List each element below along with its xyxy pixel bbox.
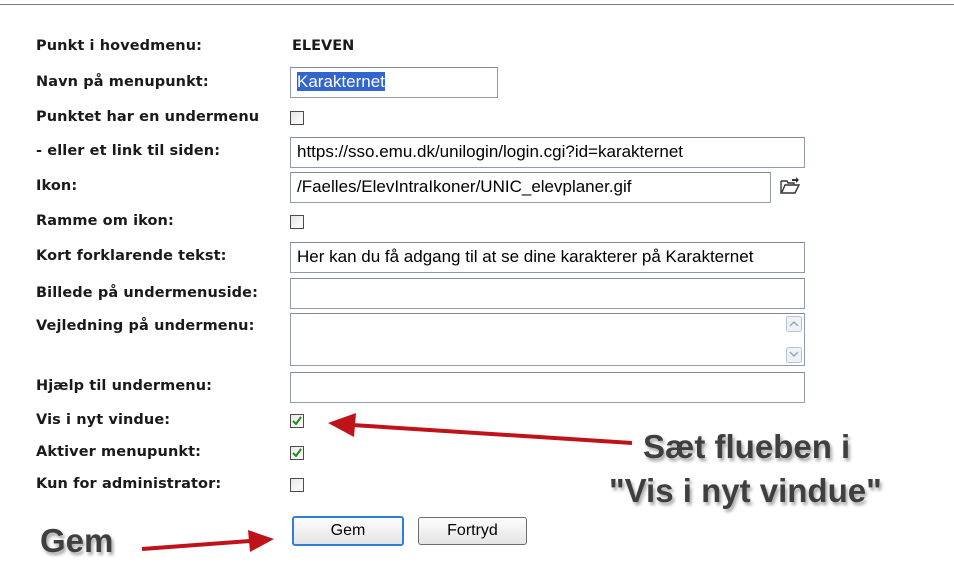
annotation-arrows [141, 413, 633, 552]
arrow-to-checkbox [328, 413, 633, 445]
arrow-to-save-button [141, 530, 274, 552]
